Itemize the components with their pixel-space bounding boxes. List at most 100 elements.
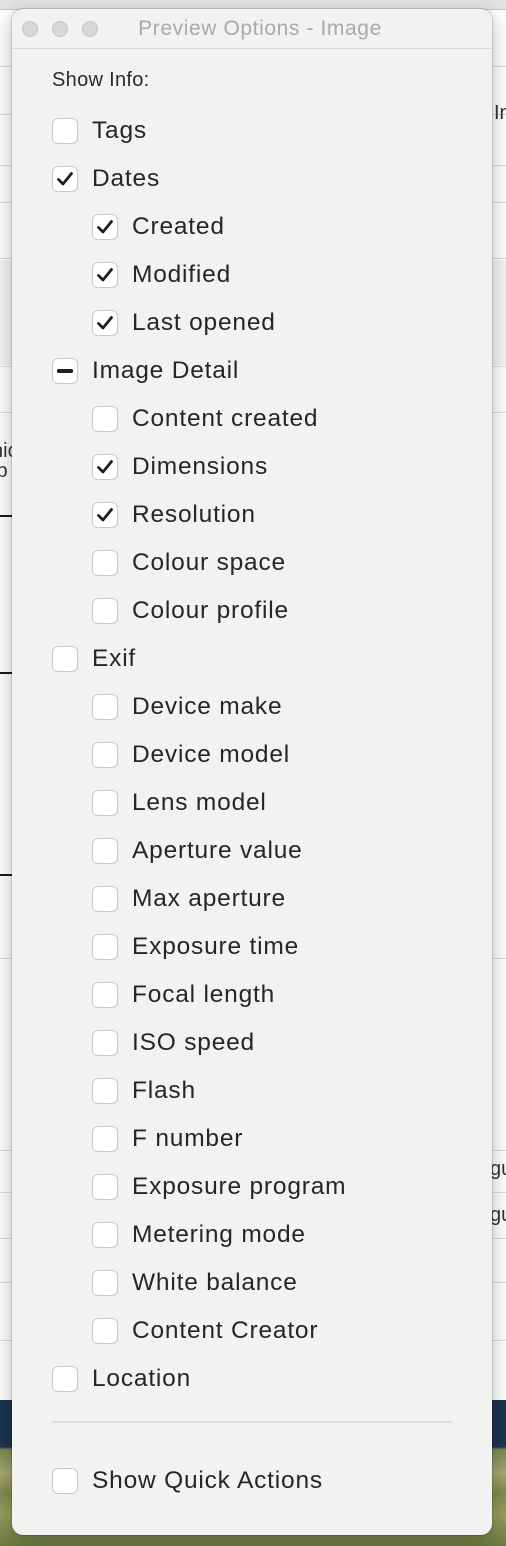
option-label: Flash: [132, 1077, 196, 1104]
option-label: Dimensions: [132, 453, 268, 480]
checkbox[interactable]: [92, 1078, 118, 1104]
option-label: Tags: [92, 117, 147, 144]
option-exposure-time[interactable]: Exposure time: [92, 932, 299, 962]
window-title: Preview Options - Image: [138, 17, 382, 40]
option-modified[interactable]: Modified: [92, 260, 231, 290]
option-label: Image Detail: [92, 357, 240, 384]
background-text: In: [494, 102, 506, 124]
checkbox[interactable]: [92, 886, 118, 912]
option-label: Resolution: [132, 501, 256, 528]
option-label: ISO speed: [132, 1029, 255, 1056]
title-separator: [12, 48, 492, 49]
checkbox[interactable]: [92, 982, 118, 1008]
checkbox[interactable]: [52, 646, 78, 672]
option-lens-model[interactable]: Lens model: [92, 788, 267, 818]
section-divider: [52, 1421, 452, 1423]
option-label: Location: [92, 1365, 192, 1392]
checkmark-icon: [97, 460, 113, 474]
option-aperture-value[interactable]: Aperture value: [92, 836, 303, 866]
checkbox[interactable]: [92, 1174, 118, 1200]
option-label: Created: [132, 213, 225, 240]
checkbox[interactable]: [52, 1366, 78, 1392]
show-info-label: Show Info:: [52, 69, 150, 91]
option-location[interactable]: Location: [52, 1364, 191, 1394]
option-show-quick-actions[interactable]: Show Quick Actions: [52, 1466, 323, 1496]
option-label: Colour space: [132, 549, 286, 576]
option-device-make[interactable]: Device make: [92, 692, 282, 722]
option-metering-mode[interactable]: Metering mode: [92, 1220, 306, 1250]
option-label: Content created: [132, 405, 319, 432]
option-colour-profile[interactable]: Colour profile: [92, 596, 289, 626]
checkbox[interactable]: [92, 1318, 118, 1344]
checkbox[interactable]: [92, 310, 118, 336]
option-label: Dates: [92, 165, 161, 192]
checkbox[interactable]: [92, 1126, 118, 1152]
option-label: Focal length: [132, 981, 276, 1008]
option-label: Device model: [132, 741, 291, 768]
checkbox[interactable]: [92, 550, 118, 576]
background-text: gu: [490, 1204, 506, 1226]
option-tags[interactable]: Tags: [52, 116, 147, 146]
option-focal-length[interactable]: Focal length: [92, 980, 275, 1010]
checkmark-icon: [97, 508, 113, 522]
checkmark-icon: [57, 172, 73, 186]
checkbox[interactable]: [92, 838, 118, 864]
option-max-aperture[interactable]: Max aperture: [92, 884, 286, 914]
option-label: Device make: [132, 693, 283, 720]
title-bar[interactable]: Preview Options - Image: [12, 9, 492, 49]
checkbox[interactable]: [92, 454, 118, 480]
option-exposure-program[interactable]: Exposure program: [92, 1172, 346, 1202]
option-content-creator[interactable]: Content Creator: [92, 1316, 318, 1346]
checkbox[interactable]: [52, 1468, 78, 1494]
checkbox[interactable]: [92, 502, 118, 528]
option-created[interactable]: Created: [92, 212, 225, 242]
background-text: gu: [490, 1158, 506, 1180]
checkbox[interactable]: [92, 598, 118, 624]
option-label: Exposure program: [132, 1173, 347, 1200]
checkbox[interactable]: [52, 166, 78, 192]
checkbox[interactable]: [92, 934, 118, 960]
checkbox[interactable]: [92, 262, 118, 288]
option-exif[interactable]: Exif: [52, 644, 136, 674]
option-label: Show Quick Actions: [92, 1467, 323, 1494]
option-dates[interactable]: Dates: [52, 164, 160, 194]
checkmark-icon: [97, 316, 113, 330]
option-white-balance[interactable]: White balance: [92, 1268, 298, 1298]
option-label: Modified: [132, 261, 232, 288]
option-device-model[interactable]: Device model: [92, 740, 290, 770]
option-label: Content Creator: [132, 1317, 319, 1344]
checkbox[interactable]: [92, 406, 118, 432]
preview-options-panel: Preview Options - Image Show Info: Tags D…: [12, 9, 492, 1535]
option-label: Aperture value: [132, 837, 303, 864]
option-label: Lens model: [132, 789, 267, 816]
checkmark-icon: [97, 220, 113, 234]
option-last-opened[interactable]: Last opened: [92, 308, 276, 338]
checkbox[interactable]: [52, 118, 78, 144]
checkbox[interactable]: [92, 1222, 118, 1248]
option-label: Colour profile: [132, 597, 289, 624]
option-colour-space[interactable]: Colour space: [92, 548, 286, 578]
option-label: F number: [132, 1125, 244, 1152]
option-content-created[interactable]: Content created: [92, 404, 318, 434]
checkbox[interactable]: [92, 1030, 118, 1056]
option-f-number[interactable]: F number: [92, 1124, 243, 1154]
option-dimensions[interactable]: Dimensions: [92, 452, 268, 482]
option-label: Exposure time: [132, 933, 299, 960]
checkbox[interactable]: [92, 742, 118, 768]
checkbox[interactable]: [92, 694, 118, 720]
option-label: Metering mode: [132, 1221, 306, 1248]
option-label: Last opened: [132, 309, 276, 336]
option-iso-speed[interactable]: ISO speed: [92, 1028, 255, 1058]
checkmark-icon: [97, 268, 113, 282]
dash-icon: [57, 369, 73, 373]
option-image-detail[interactable]: Image Detail: [52, 356, 239, 386]
checkbox[interactable]: [92, 790, 118, 816]
checkbox[interactable]: [92, 214, 118, 240]
option-flash[interactable]: Flash: [92, 1076, 196, 1106]
option-label: Max aperture: [132, 885, 286, 912]
checkbox[interactable]: [92, 1270, 118, 1296]
background-text: ip: [0, 460, 8, 482]
checkbox[interactable]: [52, 358, 78, 384]
option-label: White balance: [132, 1269, 298, 1296]
option-resolution[interactable]: Resolution: [92, 500, 256, 530]
